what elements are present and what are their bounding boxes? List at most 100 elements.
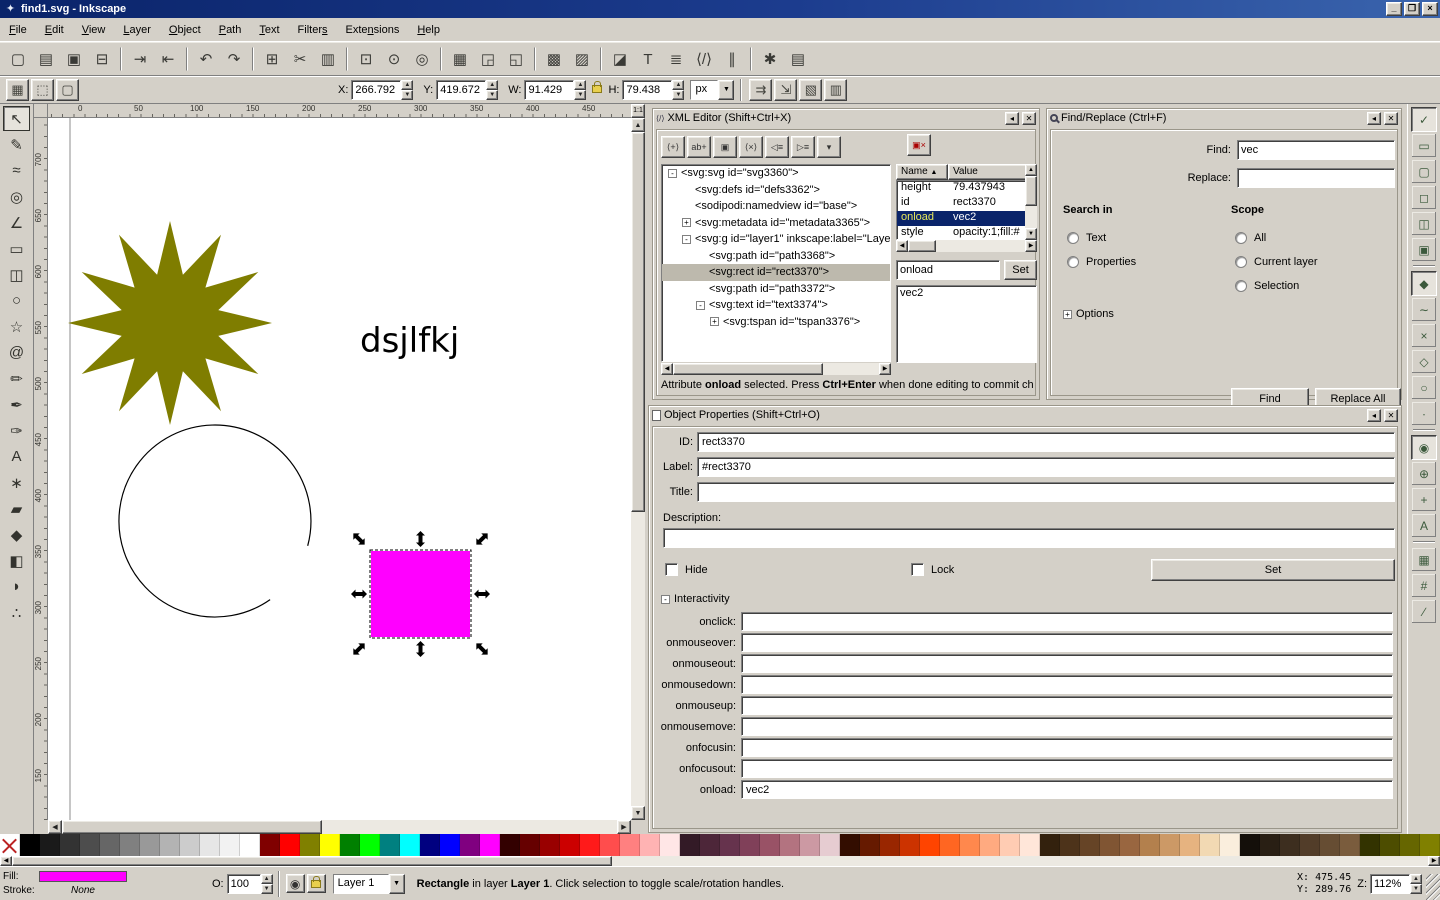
circle-arc-shape[interactable] (119, 425, 311, 617)
panel-close-button[interactable]: ✕ (1022, 112, 1036, 125)
paste-button[interactable]: ▥ (315, 46, 341, 72)
snap-text-baseline[interactable]: A (1411, 513, 1437, 538)
node-menu-button[interactable]: ▾ (817, 136, 841, 158)
id-input[interactable] (697, 432, 1395, 452)
palette-swatch[interactable] (720, 834, 740, 856)
spray-tool[interactable]: ∗ (3, 470, 30, 495)
text-tool[interactable]: A (3, 444, 30, 469)
replace-input[interactable] (1237, 168, 1395, 188)
menu-item[interactable]: Filters (289, 21, 337, 39)
tree-expander-icon[interactable]: - (696, 301, 705, 310)
open-document-button[interactable]: ▤ (33, 46, 59, 72)
interactivity-expander[interactable]: - Interactivity (661, 593, 730, 605)
event-input[interactable] (741, 633, 1393, 652)
duplicate-node-button[interactable]: ▣ (713, 136, 737, 158)
spiral-tool[interactable]: @ (3, 340, 30, 365)
transform-stroke-toggle[interactable]: ⇉ (749, 79, 772, 101)
unit-dropdown-arrow[interactable]: ▼ (718, 80, 734, 100)
ungroup-button[interactable]: ▨ (569, 46, 595, 72)
palette-swatch[interactable] (1080, 834, 1100, 856)
palette-swatch[interactable] (260, 834, 280, 856)
menu-item[interactable]: Help (408, 21, 449, 39)
transform-gradient-toggle[interactable]: ▧ (799, 79, 822, 101)
zoom-input[interactable] (1370, 874, 1410, 894)
fill-swatch[interactable] (39, 871, 127, 882)
xml-tree-node[interactable]: -<svg:text id="text3374"> (662, 297, 890, 314)
snap-bbox-edges[interactable]: ▢ (1411, 159, 1437, 184)
align-dialog-button[interactable]: ∥ (719, 46, 745, 72)
palette-swatch[interactable] (280, 834, 300, 856)
vertical-scrollbar[interactable]: ▲ ▼ (631, 118, 645, 820)
panel-float-button[interactable]: ◂ (1367, 409, 1381, 422)
xml-tree-node[interactable]: <svg:path id="path3368"> (662, 248, 890, 265)
options-expander[interactable]: + Options (1063, 308, 1114, 320)
palette-swatch[interactable] (1200, 834, 1220, 856)
command-button[interactable] (120, 47, 122, 71)
menu-item[interactable]: Path (210, 21, 251, 39)
measure-tool[interactable]: ∠ (3, 210, 30, 235)
command-button[interactable] (750, 47, 752, 71)
palette-swatch[interactable] (1020, 834, 1040, 856)
delete-node-button[interactable]: ⟨×⟩ (739, 136, 763, 158)
text-dialog-button[interactable]: T (635, 46, 661, 72)
attribute-name-input[interactable] (896, 260, 1000, 280)
palette-swatch[interactable] (1420, 834, 1440, 856)
h-spin-up[interactable]: ▲ (672, 80, 684, 90)
snap-grid[interactable]: # (1411, 573, 1437, 598)
palette-swatch[interactable] (1240, 834, 1260, 856)
menu-item[interactable]: File (0, 21, 36, 39)
snap-guides[interactable]: ∕ (1411, 599, 1437, 624)
palette-swatch[interactable] (960, 834, 980, 856)
scroll-left-arrow[interactable]: ◀ (48, 820, 62, 834)
h-spin-down[interactable]: ▼ (672, 90, 684, 100)
snap-midpoints[interactable]: ∙ (1411, 401, 1437, 426)
box3d-tool[interactable]: ◫ (3, 262, 30, 287)
zoom-selection-button[interactable]: ⊡ (353, 46, 379, 72)
selection-handle[interactable] (416, 531, 425, 547)
scroll-right-arrow[interactable]: ▶ (617, 820, 631, 834)
search-in-radio[interactable]: Text (1067, 226, 1136, 250)
unindent-node-button[interactable]: ◁≡ (765, 136, 789, 158)
snap-nodes[interactable]: ◆ (1411, 271, 1437, 296)
event-input[interactable] (741, 654, 1393, 673)
palette-swatch[interactable] (1400, 834, 1420, 856)
palette-swatch[interactable] (1120, 834, 1140, 856)
palette-swatch[interactable] (220, 834, 240, 856)
palette-swatch[interactable] (600, 834, 620, 856)
palette-swatch[interactable] (320, 834, 340, 856)
label-input[interactable] (697, 457, 1395, 477)
xml-tree-node[interactable]: <svg:defs id="defs3362"> (662, 182, 890, 199)
palette-swatch[interactable] (200, 834, 220, 856)
attribute-row[interactable]: height79.437943 (897, 181, 1036, 196)
scroll-up-arrow[interactable]: ▲ (631, 118, 645, 132)
snap-object-centers[interactable]: ⊕ (1411, 461, 1437, 486)
palette-swatch[interactable] (480, 834, 500, 856)
selection-handle[interactable] (350, 640, 368, 658)
snap-cusp-nodes[interactable]: ◇ (1411, 349, 1437, 374)
palette-swatch[interactable] (1000, 834, 1020, 856)
save-document-button[interactable]: ▣ (61, 46, 87, 72)
horizontal-scroll-thumb[interactable] (62, 820, 322, 834)
palette-swatch[interactable] (1300, 834, 1320, 856)
snap-path-intersections[interactable]: × (1411, 323, 1437, 348)
group-button[interactable]: ▩ (541, 46, 567, 72)
attribute-set-button[interactable]: Set (1004, 260, 1037, 280)
selector-tool[interactable]: ↖ (3, 106, 30, 131)
command-button[interactable] (186, 47, 188, 71)
new-document-button[interactable]: ▢ (5, 46, 31, 72)
minimize-button[interactable]: _ (1386, 2, 1402, 16)
selection-handle[interactable] (473, 530, 491, 548)
scope-radio[interactable]: All (1235, 226, 1318, 250)
unlink-clone-button[interactable]: ◱ (503, 46, 529, 72)
layer-lock-icon[interactable] (307, 874, 326, 893)
search-in-radio[interactable]: Properties (1067, 250, 1136, 274)
xml-tree-node[interactable]: +<svg:metadata id="metadata3365"> (662, 215, 890, 232)
hide-checkbox[interactable]: Hide (665, 563, 708, 576)
palette-scrollbar[interactable]: ◀ ▶ (0, 856, 1440, 866)
window-resize-grip[interactable] (1426, 874, 1440, 900)
redo-button[interactable]: ↷ (221, 46, 247, 72)
event-input[interactable] (741, 717, 1393, 736)
palette-swatch[interactable] (1160, 834, 1180, 856)
layer-dropdown-arrow[interactable]: ▼ (389, 874, 405, 894)
panel-close-button[interactable]: ✕ (1384, 409, 1398, 422)
